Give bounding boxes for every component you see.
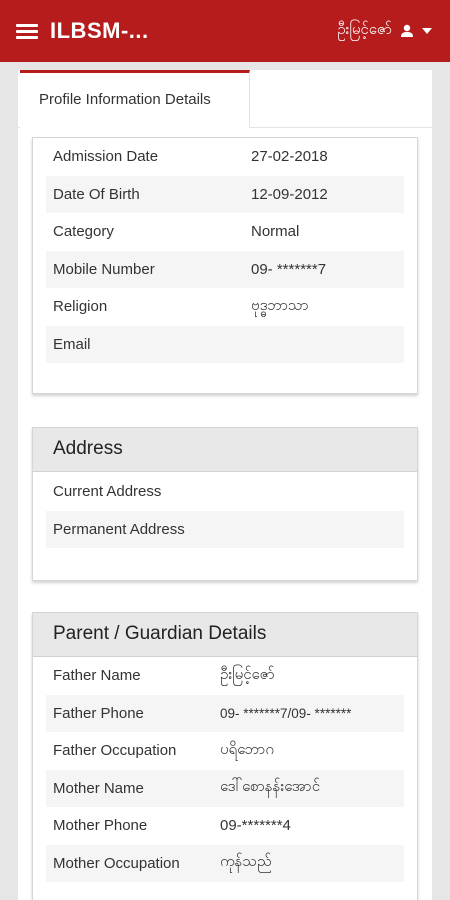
guardian-row-mother-phone: Mother Phone 09-*******4: [46, 807, 404, 845]
profile-card: Admission Date 27-02-2018 Date Of Birth …: [32, 137, 418, 394]
row-value: ဗုဒ္ဓဘာသာ: [251, 296, 309, 314]
row-label: Permanent Address: [53, 520, 185, 538]
user-name: ဦးမြင့်ဇော်: [337, 20, 392, 38]
row-label: Mobile Number: [53, 260, 155, 278]
row-value: ဒေါ်စောနန်းအောင်: [220, 778, 321, 796]
guardian-rows: Father Name ဦးမြင့်ဇော် Father Phone 09-…: [33, 657, 417, 882]
tab-bar: Profile Information Details: [18, 70, 432, 128]
profile-row-category: Category Normal: [46, 213, 404, 251]
caret-down-icon: [422, 28, 432, 34]
row-value: 09- *******7: [251, 260, 327, 278]
guardian-card-title: Parent / Guardian Details: [33, 613, 417, 657]
row-label: Father Phone: [53, 704, 144, 722]
address-row-permanent: Permanent Address: [46, 510, 404, 548]
address-card-title: Address: [33, 428, 417, 472]
guardian-row-father-phone: Father Phone 09- *******7/09- *******: [46, 694, 404, 732]
address-row-current: Current Address: [46, 473, 404, 511]
guardian-row-mother-name: Mother Name ဒေါ်စောနန်းအောင်: [46, 769, 404, 807]
row-label: Father Occupation: [53, 742, 177, 760]
app-title: ILBSM-...: [50, 18, 149, 43]
tab-profile-information[interactable]: Profile Information Details: [20, 70, 250, 128]
guardian-row-father-occupation: Father Occupation ပရိဘောဂ: [46, 732, 404, 770]
row-value: ပရိဘောဂ: [220, 740, 274, 758]
profile-page: Profile Information Details Admission Da…: [18, 70, 432, 900]
row-label: Date Of Birth: [53, 185, 140, 203]
row-value: ဦးမြင့်ဇော်: [220, 665, 275, 683]
guardian-card: Parent / Guardian Details Father Name ဦး…: [32, 612, 418, 900]
menu-icon[interactable]: [16, 23, 38, 39]
app-bar: ILBSM-... ဦးမြင့်ဇော်: [0, 0, 450, 62]
row-value: Normal: [251, 223, 300, 241]
profile-row-mobile-number: Mobile Number 09- *******7: [46, 250, 404, 288]
address-card: Address Current Address Permanent Addres…: [32, 427, 418, 581]
row-value: 09- *******7/09- *******: [220, 705, 352, 721]
address-rows: Current Address Permanent Address: [33, 472, 417, 548]
row-label: Religion: [53, 298, 108, 316]
row-value: ကုန်သည်: [220, 853, 272, 871]
guardian-row-father-name: Father Name ဦးမြင့်ဇော်: [46, 657, 404, 695]
row-label: Mother Occupation: [53, 854, 180, 872]
row-label: Category: [53, 223, 114, 241]
row-value: 12-09-2012: [251, 185, 328, 203]
profile-row-admission-date: Admission Date 27-02-2018: [46, 138, 404, 176]
profile-row-email: Email: [46, 325, 404, 363]
row-label: Father Name: [53, 667, 141, 685]
user-icon: [401, 24, 413, 37]
profile-rows: Admission Date 27-02-2018 Date Of Birth …: [33, 138, 417, 363]
row-value: 27-02-2018: [251, 148, 328, 166]
row-label: Email: [53, 335, 91, 353]
row-label: Mother Name: [53, 779, 144, 797]
guardian-row-mother-occupation: Mother Occupation ကုန်သည်: [46, 844, 404, 882]
row-label: Current Address: [53, 483, 162, 501]
row-label: Mother Phone: [53, 817, 148, 835]
profile-row-date-of-birth: Date Of Birth 12-09-2012: [46, 175, 404, 213]
row-label: Admission Date: [53, 148, 159, 166]
user-menu[interactable]: ဦးမြင့်ဇော်: [337, 20, 432, 42]
row-value: 09-*******4: [220, 817, 291, 835]
profile-row-religion: Religion ဗုဒ္ဓဘာသာ: [46, 288, 404, 326]
